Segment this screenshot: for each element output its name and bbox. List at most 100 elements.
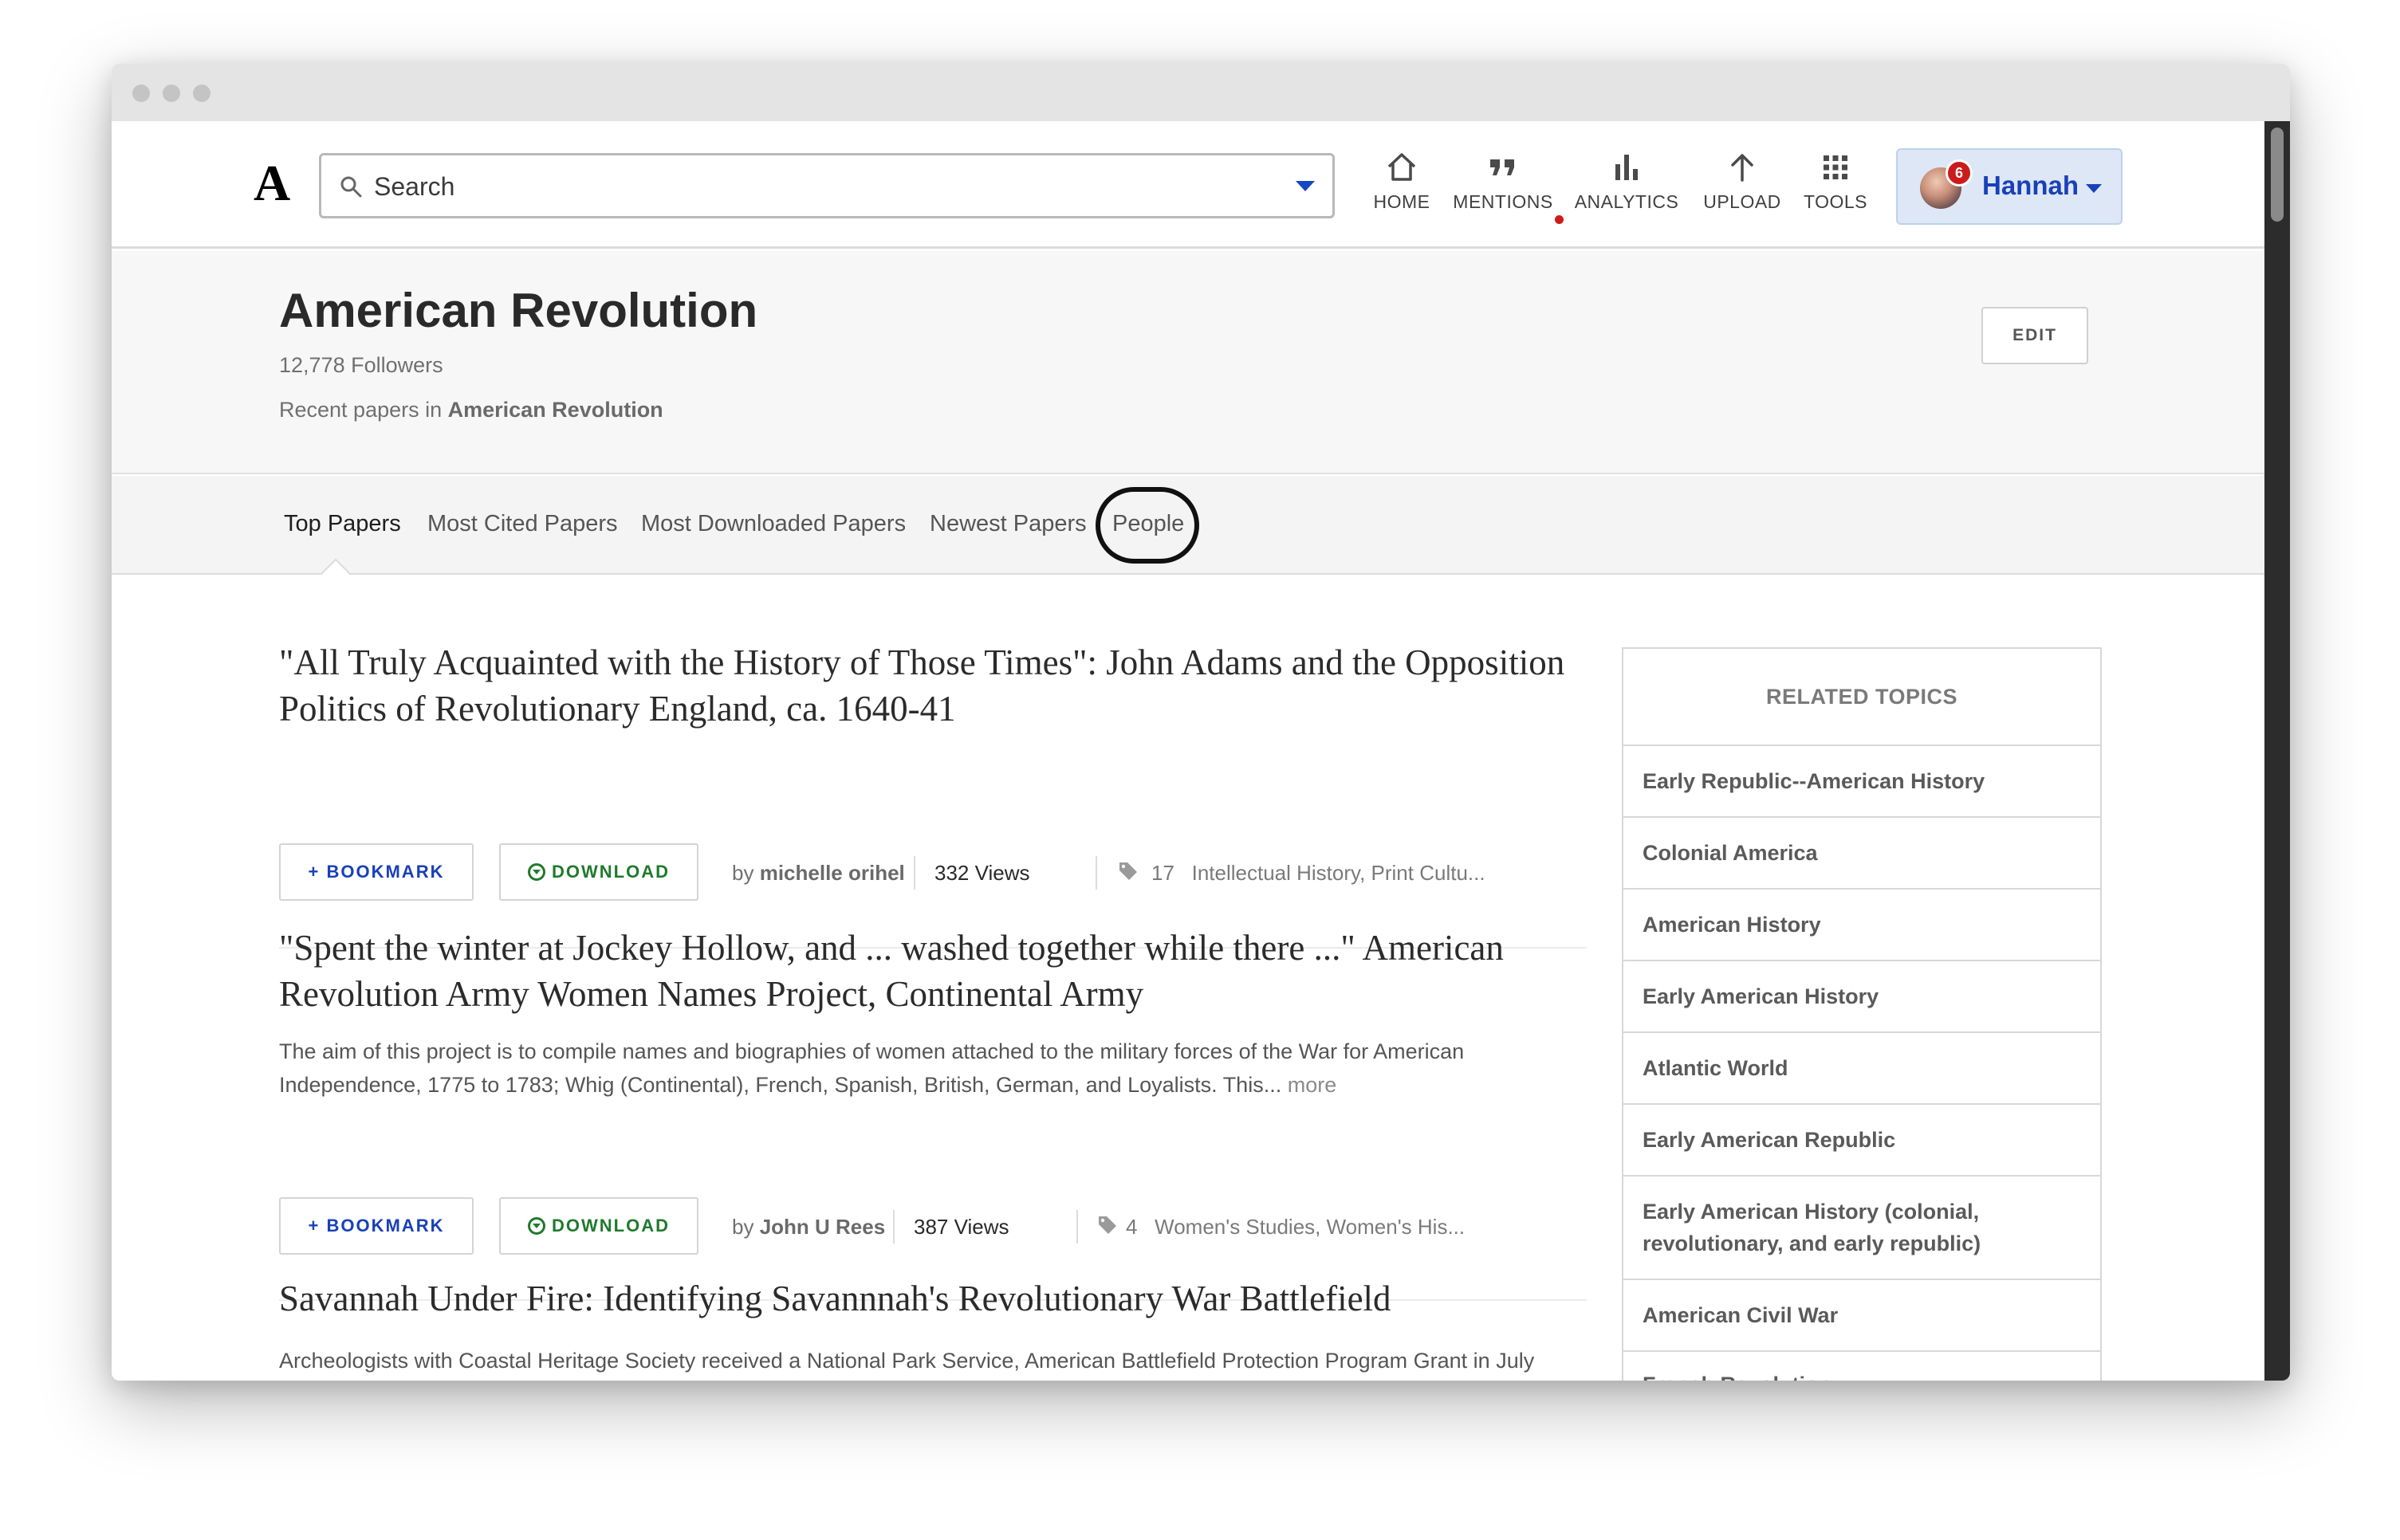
edit-button[interactable]: EDIT <box>1981 307 2088 364</box>
user-menu-button[interactable]: 6 Hannah <box>1896 148 2123 225</box>
window-zoom-dot[interactable] <box>193 84 210 102</box>
paper-title-link[interactable]: "Spent the winter at Jockey Hollow, and … <box>279 925 1587 1017</box>
related-topic-link[interactable]: Early American Republic <box>1623 1105 2100 1177</box>
author-name: John U Rees <box>759 1215 886 1239</box>
plus-icon: + <box>308 1216 327 1236</box>
view-count: 332 Views <box>934 861 1030 885</box>
paper-actions: + BOOKMARK DOWNLOAD by John U Rees 387 V… <box>279 1197 1587 1255</box>
tag-names: Women's Studies, Women's His... <box>1155 1215 1466 1239</box>
bar-chart-icon <box>1615 155 1638 180</box>
search-input[interactable] <box>374 167 1251 206</box>
search-icon <box>340 176 362 198</box>
paper-title-link[interactable]: "All Truly Acquainted with the History o… <box>279 639 1587 732</box>
plus-icon: + <box>308 862 327 882</box>
author-name: michelle orihel <box>759 861 905 885</box>
nav-upload-label: UPLOAD <box>1703 191 1781 212</box>
related-topic-link[interactable]: Atlantic World <box>1623 1033 2100 1105</box>
paper-abstract: Archeologists with Coastal Heritage Soci… <box>279 1349 1535 1373</box>
nav-home[interactable]: HOME <box>1370 150 1434 226</box>
nav-analytics-label: ANALYTICS <box>1574 191 1679 212</box>
paper-actions: + BOOKMARK DOWNLOAD by michelle orihel 3… <box>279 843 1587 901</box>
tag-names: Intellectual History, Print Cultu... <box>1191 861 1485 885</box>
meta-divider <box>1076 1210 1078 1243</box>
author-prefix: by <box>732 861 754 885</box>
mentions-notification-dot <box>1555 215 1564 224</box>
site-logo[interactable]: A <box>254 158 290 209</box>
page-title: American Revolution <box>279 284 758 337</box>
tab-most-cited-papers[interactable]: Most Cited Papers <box>427 511 618 537</box>
meta-divider <box>1096 856 1097 890</box>
upload-arrow-icon <box>1731 154 1753 182</box>
bookmark-button[interactable]: + BOOKMARK <box>279 1197 474 1255</box>
tag-list[interactable]: 4 Women's Studies, Women's His... <box>1126 1215 1465 1239</box>
paper-item: "All Truly Acquainted with the History o… <box>279 639 1587 732</box>
search-dropdown-caret-icon[interactable] <box>1296 181 1315 191</box>
nav-mentions-label: MENTIONS <box>1453 191 1553 212</box>
nav-tools[interactable]: TOOLS <box>1797 150 1874 226</box>
nav-analytics[interactable]: ANALYTICS <box>1574 150 1679 226</box>
follower-count: 12,778 Followers <box>279 353 443 377</box>
recent-papers-caption: Recent papers in American Revolution <box>279 398 663 422</box>
meta-divider <box>893 1210 895 1243</box>
view-count: 387 Views <box>914 1215 1009 1239</box>
abstract-text: The aim of this project is to compile na… <box>279 1039 1465 1097</box>
related-topic-link[interactable]: American History <box>1623 890 2100 961</box>
bookmark-label: BOOKMARK <box>326 1216 445 1236</box>
window-close-dot[interactable] <box>132 84 150 102</box>
related-topic-link[interactable]: American Civil War <box>1623 1280 2100 1352</box>
grid-icon <box>1824 155 1847 179</box>
download-icon <box>528 1217 545 1235</box>
download-label: DOWNLOAD <box>552 1216 670 1236</box>
paper-title-link[interactable]: Savannah Under Fire: Identifying Savannn… <box>279 1275 1587 1322</box>
search-box[interactable] <box>319 153 1335 218</box>
related-topic-link[interactable]: Early American History <box>1623 961 2100 1033</box>
paper-author[interactable]: by John U Rees <box>732 1215 885 1239</box>
download-button[interactable]: DOWNLOAD <box>499 843 698 901</box>
bookmark-button[interactable]: + BOOKMARK <box>279 843 474 901</box>
paper-abstract: The aim of this project is to compile na… <box>279 1035 1571 1102</box>
vertical-scrollbar[interactable] <box>2264 121 2290 1381</box>
window-titlebar <box>112 64 2290 121</box>
related-topics-panel: RELATED TOPICS Early Republic--American … <box>1622 647 2102 1381</box>
recent-prefix: Recent papers in <box>279 398 448 422</box>
user-name: Hannah <box>1982 171 2079 200</box>
tab-newest-papers[interactable]: Newest Papers <box>930 511 1087 537</box>
download-icon <box>528 863 545 881</box>
meta-divider <box>914 856 915 890</box>
scrollbar-thumb[interactable] <box>2271 128 2284 222</box>
tag-list[interactable]: 17 Intellectual History, Print Cultu... <box>1151 861 1485 886</box>
recent-topic-name: American Revolution <box>447 398 663 422</box>
notification-count-badge: 6 <box>1946 159 1973 187</box>
top-navbar: A HOME MENTIONS <box>112 121 2264 249</box>
related-topic-link[interactable]: Colonial America <box>1623 818 2100 890</box>
chevron-down-icon <box>2086 184 2102 193</box>
bookmark-label: BOOKMARK <box>326 862 445 882</box>
active-tab-pointer <box>321 558 351 588</box>
tag-icon <box>1099 1216 1116 1234</box>
nav-mentions[interactable]: MENTIONS <box>1453 150 1553 226</box>
quote-icon <box>1490 159 1514 175</box>
home-icon <box>1387 153 1416 181</box>
nav-home-label: HOME <box>1373 191 1430 212</box>
related-topic-link[interactable]: Early Republic--American History <box>1623 746 2100 818</box>
related-topic-link[interactable]: Early American History (colonial, revolu… <box>1623 1177 2100 1280</box>
related-topic-link[interactable]: French Revolution <box>1623 1352 2100 1381</box>
tab-top-papers[interactable]: Top Papers <box>284 511 401 537</box>
tag-count: 17 <box>1151 861 1174 885</box>
paper-author[interactable]: by michelle orihel <box>732 861 905 886</box>
people-tab-highlight-circle <box>1096 487 1199 564</box>
download-label: DOWNLOAD <box>552 862 670 882</box>
window-minimize-dot[interactable] <box>163 84 180 102</box>
topic-header: American Revolution 12,778 Followers Rec… <box>112 251 2264 474</box>
paper-item: Savannah Under Fire: Identifying Savannn… <box>279 1275 1587 1377</box>
nav-upload[interactable]: UPLOAD <box>1698 150 1786 226</box>
browser-window: A HOME MENTIONS <box>112 64 2290 1381</box>
tag-count: 4 <box>1126 1215 1138 1239</box>
paper-tabs: Top Papers Most Cited Papers Most Downlo… <box>112 476 2264 588</box>
page-viewport: A HOME MENTIONS <box>112 121 2264 1381</box>
nav-tools-label: TOOLS <box>1803 191 1868 212</box>
related-topics-heading: RELATED TOPICS <box>1623 649 2100 746</box>
more-link[interactable]: more <box>1288 1073 1337 1097</box>
download-button[interactable]: DOWNLOAD <box>499 1197 698 1255</box>
tab-most-downloaded-papers[interactable]: Most Downloaded Papers <box>641 511 906 537</box>
